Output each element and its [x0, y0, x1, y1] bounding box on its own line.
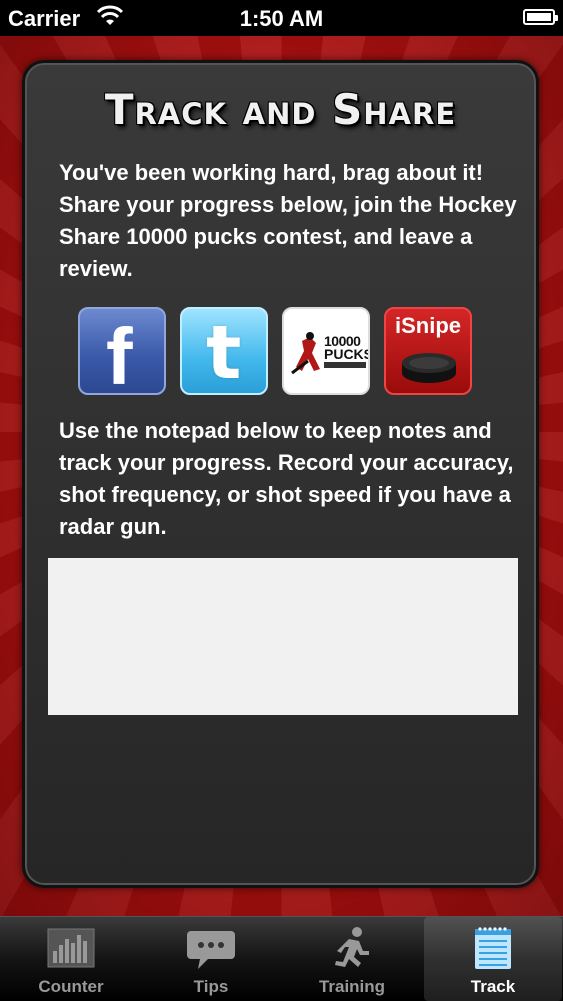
facebook-icon: f	[106, 312, 133, 395]
twitter-share-button[interactable]: t	[180, 307, 268, 395]
facebook-share-button[interactable]: f	[78, 307, 166, 395]
status-time: 1:50 AM	[239, 6, 324, 31]
share-buttons-row: f t 10000 PUCKS iSnipe	[78, 307, 498, 395]
tab-bar: Counter Tips Training Track	[0, 916, 563, 1001]
tab-label: Counter	[38, 977, 104, 996]
tab-label: Track	[470, 977, 516, 996]
tab-label: Tips	[193, 977, 229, 996]
10000-pucks-button[interactable]: 10000 PUCKS	[282, 307, 370, 395]
track-share-card: Track and Share You've been working hard…	[22, 60, 539, 888]
pucks-tagline-bar	[324, 362, 366, 368]
hockey-player-icon	[291, 332, 320, 375]
twitter-icon: t	[206, 310, 242, 395]
tab-training[interactable]: Training	[283, 917, 421, 1001]
pucks-word: PUCKS	[324, 346, 370, 362]
isnipe-label: iSnipe	[394, 313, 461, 338]
battery-icon	[523, 9, 558, 25]
tab-counter[interactable]: Counter	[2, 917, 140, 1001]
puck-icon	[402, 353, 456, 383]
tab-label: Training	[318, 977, 386, 996]
running-man-icon	[335, 927, 369, 967]
status-bar: Carrier 1:50 AM	[0, 0, 563, 36]
notepad-instructions: Use the notepad below to keep notes and …	[59, 418, 514, 539]
tab-tips[interactable]: Tips	[142, 917, 280, 1001]
page-title: Track and Share	[104, 85, 457, 134]
intro-text: You've been working hard, brag about it!…	[59, 160, 517, 281]
tab-track[interactable]: Track	[424, 917, 562, 1001]
speech-bubble-icon	[187, 931, 235, 969]
isnipe-review-button[interactable]: iSnipe	[384, 307, 472, 395]
notepad-textarea[interactable]	[48, 558, 518, 715]
bar-chart-icon	[47, 928, 95, 968]
notepad-icon	[475, 927, 511, 969]
